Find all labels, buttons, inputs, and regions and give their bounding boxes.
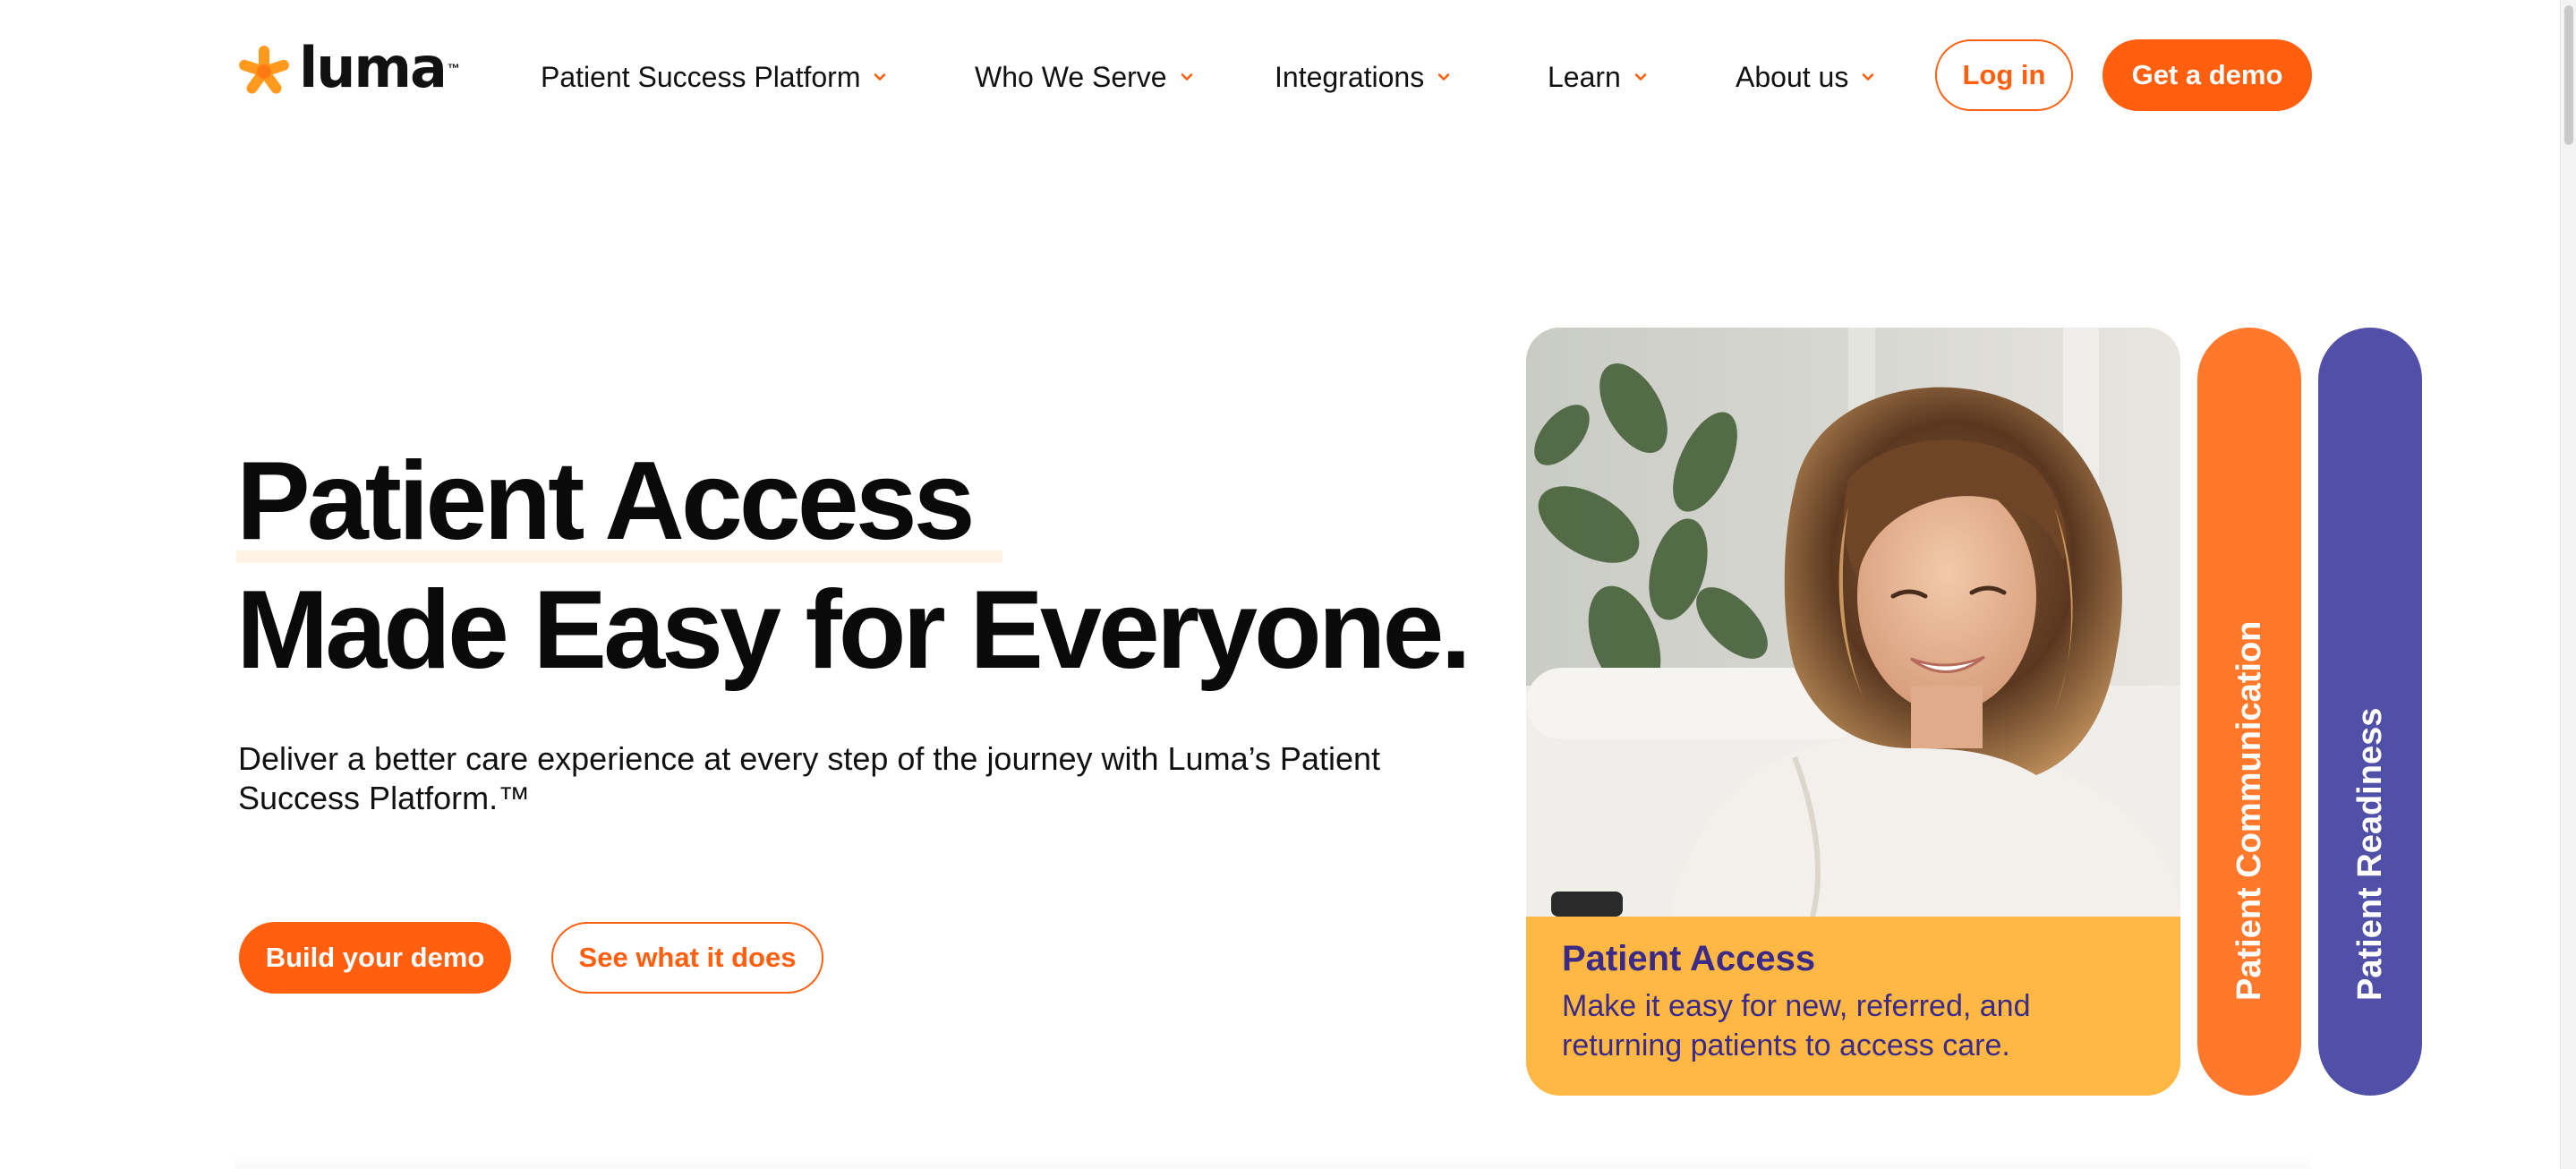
nav-item-learn[interactable]: Learn [1548,54,1648,100]
nav-item-label: Patient Success Platform [541,60,861,93]
patient-access-title: Patient Access [1562,939,1816,978]
patient-communication-tab[interactable]: Patient Communication [2197,328,2301,1096]
nav-item-about-us[interactable]: About us [1736,54,1875,100]
hero-title: Patient Access Made Easy for Everyone. [236,437,1489,695]
scrollbar-thumb[interactable] [2564,5,2573,145]
hero-title-line-2: Made Easy for Everyone. [236,568,1471,692]
site-header: luma ™ Patient Success Platform Who We S… [0,0,2560,152]
chevron-down-icon [1861,70,1875,84]
nav-item-integrations[interactable]: Integrations [1275,54,1451,100]
nav-item-label: Integrations [1275,60,1425,93]
logo-trademark: ™ [447,61,460,75]
logo-wordmark: luma [299,35,448,100]
chevron-down-icon [1437,70,1451,84]
nav-item-label: Who We Serve [975,60,1167,93]
nav-item-label: Learn [1548,60,1621,93]
patient-communication-label: Patient Communication [2231,620,2268,1001]
patient-access-text: Make it easy for new, referred, and retu… [1562,989,2031,1062]
patient-access-caption: Patient Access Make it easy for new, ref… [1526,917,2180,1096]
chevron-down-icon [1633,70,1648,84]
chevron-down-icon [873,70,887,84]
login-button[interactable]: Log in [1935,39,2073,111]
get-demo-button[interactable]: Get a demo [2103,39,2312,111]
chevron-down-icon [1180,70,1194,84]
build-demo-button[interactable]: Build your demo [239,922,511,994]
smiling-woman-photo [1526,328,2180,917]
section-divider [235,1155,2311,1169]
hero-title-line-1: Patient Access [236,439,1002,563]
patient-readiness-tab[interactable]: Patient Readiness [2318,328,2422,1096]
asterisk-star-icon [239,46,289,94]
nav-item-label: About us [1736,60,1849,93]
hero-subtitle: Deliver a better care experience at ever… [238,740,1381,816]
patient-readiness-label: Patient Readiness [2351,707,2389,1001]
luma-logo[interactable]: luma ™ [235,35,460,100]
patient-access-card[interactable]: Patient Access Make it easy for new, ref… [1526,328,2180,1096]
nav-item-who-we-serve[interactable]: Who We Serve [975,54,1194,100]
page-scrollbar[interactable] [2560,0,2576,1169]
nav-item-patient-success-platform[interactable]: Patient Success Platform [541,54,887,100]
see-what-it-does-button[interactable]: See what it does [551,922,823,994]
